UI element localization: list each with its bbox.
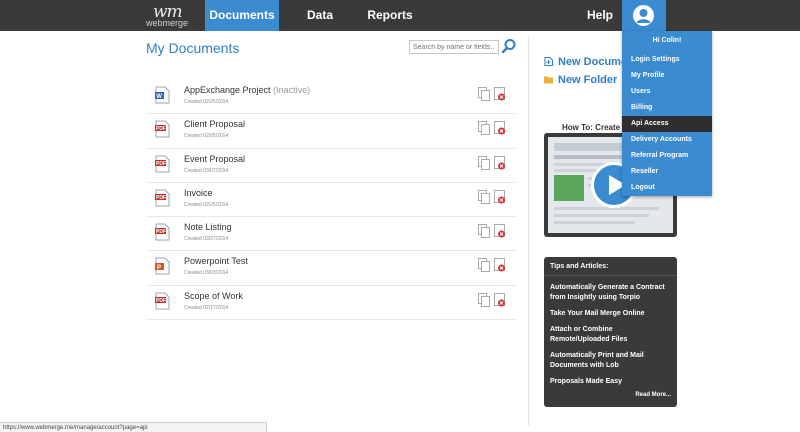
word-file-icon: W bbox=[155, 86, 170, 104]
account-menu-button[interactable] bbox=[622, 0, 666, 31]
document-row[interactable]: PDF Scope of Work Created 02/17/2014 bbox=[146, 286, 516, 321]
delete-icon[interactable] bbox=[494, 292, 506, 307]
tips-divider bbox=[544, 275, 677, 276]
search-input[interactable] bbox=[409, 40, 499, 54]
menu-item-users[interactable]: Users bbox=[622, 84, 712, 100]
folder-icon bbox=[544, 75, 553, 84]
browser-status-url: https://www.webmerge.me/manage/account?p… bbox=[0, 422, 267, 432]
delete-icon[interactable] bbox=[494, 189, 506, 204]
dropdown-greeting: Hi Colin! bbox=[652, 37, 682, 44]
copy-icon[interactable] bbox=[478, 121, 490, 136]
howto-title: How To: Create a bbox=[562, 123, 627, 132]
document-name[interactable]: Event Proposal bbox=[184, 154, 245, 164]
svg-text:PDF: PDF bbox=[156, 195, 166, 201]
tip-link[interactable]: Attach or Combine Remote/Uploaded Files bbox=[550, 325, 674, 345]
svg-text:PDF: PDF bbox=[156, 298, 166, 304]
document-name[interactable]: Scope of Work bbox=[184, 291, 243, 301]
page-title: My Documents bbox=[146, 40, 240, 56]
document-name[interactable]: Powerpoint Test bbox=[184, 256, 248, 266]
read-more-link[interactable]: Read More... bbox=[635, 392, 671, 398]
delete-icon[interactable] bbox=[494, 258, 506, 272]
copy-icon[interactable] bbox=[478, 292, 490, 307]
nav-help[interactable]: Help bbox=[582, 0, 618, 31]
delete-icon[interactable] bbox=[494, 224, 506, 238]
document-date: Created 02/25/2014 bbox=[184, 201, 229, 208]
copy-icon[interactable] bbox=[478, 189, 490, 204]
copy-icon[interactable] bbox=[478, 224, 490, 239]
document-row[interactable]: PDF Invoice Created 02/25/2014 bbox=[146, 183, 516, 218]
column-divider bbox=[528, 36, 529, 426]
document-name[interactable]: Invoice bbox=[184, 188, 213, 198]
document-row[interactable]: PDF Note Listing Created 03/27/2014 bbox=[146, 217, 516, 252]
new-document-link[interactable]: New Documen bbox=[544, 56, 634, 68]
delete-icon[interactable] bbox=[494, 121, 506, 135]
tips-panel: Tips and Articles: Automatically Generat… bbox=[544, 257, 677, 407]
account-dropdown: Hi Colin! Login Settings My Profile User… bbox=[622, 31, 712, 196]
document-date: Created 03/07/2014 bbox=[184, 167, 229, 174]
tips-title: Tips and Articles: bbox=[550, 263, 609, 270]
copy-icon[interactable] bbox=[478, 258, 490, 273]
svg-text:W: W bbox=[156, 94, 162, 100]
menu-item-referral-program[interactable]: Referral Program bbox=[622, 148, 712, 164]
logo-text: webmerge bbox=[146, 18, 189, 28]
menu-item-my-profile[interactable]: My Profile bbox=[622, 68, 712, 84]
document-date: Created 02/25/2014 bbox=[184, 99, 229, 105]
menu-item-api-access[interactable]: Api Access bbox=[622, 116, 712, 132]
search-icon[interactable] bbox=[501, 38, 517, 54]
pdf-file-icon: PDF bbox=[155, 155, 170, 173]
tip-link[interactable]: Take Your Mail Merge Online bbox=[550, 309, 674, 319]
copy-icon[interactable] bbox=[478, 155, 490, 170]
menu-item-logout[interactable]: Logout bbox=[622, 180, 712, 196]
document-date: Created 03/03/2014 bbox=[184, 270, 229, 277]
document-name[interactable]: Note Listing bbox=[184, 222, 232, 232]
powerpoint-file-icon: P bbox=[155, 257, 170, 275]
tip-link[interactable]: Proposals Made Easy bbox=[550, 377, 674, 387]
svg-text:PDF: PDF bbox=[156, 229, 166, 235]
copy-icon[interactable] bbox=[478, 87, 490, 101]
document-row[interactable]: W AppExchange Project (Inactive) Created… bbox=[146, 80, 516, 115]
document-status: (Inactive) bbox=[273, 85, 311, 95]
user-avatar-icon bbox=[633, 5, 654, 26]
document-date: Created 02/17/2014 bbox=[184, 304, 229, 311]
menu-item-billing[interactable]: Billing bbox=[622, 100, 712, 116]
delete-icon[interactable] bbox=[494, 155, 506, 170]
webmerge-logo[interactable]: wm webmerge bbox=[143, 2, 203, 29]
document-name[interactable]: AppExchange Project (Inactive) bbox=[184, 85, 310, 95]
svg-text:P: P bbox=[157, 265, 161, 271]
tip-link[interactable]: Automatically Generate a Contract from I… bbox=[550, 283, 674, 303]
document-row[interactable]: PDF Client Proposal Created 02/05/2014 bbox=[146, 114, 516, 149]
tip-link[interactable]: Automatically Print and Mail Documents w… bbox=[550, 351, 674, 371]
pdf-file-icon: PDF bbox=[155, 292, 170, 310]
document-name[interactable]: Client Proposal bbox=[184, 119, 245, 129]
delete-icon[interactable] bbox=[494, 87, 506, 101]
pdf-file-icon: PDF bbox=[155, 223, 170, 241]
document-row[interactable]: P Powerpoint Test Created 03/03/2014 bbox=[146, 251, 516, 286]
document-row[interactable]: PDF Event Proposal Created 03/07/2014 bbox=[146, 149, 516, 183]
document-date: Created 02/05/2014 bbox=[184, 133, 229, 140]
menu-item-reseller[interactable]: Reseller bbox=[622, 164, 712, 180]
document-date: Created 03/27/2014 bbox=[184, 236, 229, 243]
svg-text:PDF: PDF bbox=[156, 161, 166, 167]
nav-data-routing[interactable]: Data Routing bbox=[283, 0, 357, 53]
document-list: W AppExchange Project (Inactive) Created… bbox=[146, 80, 516, 321]
new-folder-link[interactable]: New Folder bbox=[544, 74, 617, 86]
pdf-file-icon: PDF bbox=[155, 120, 170, 138]
top-nav: wm webmerge Documents Data Routing Repor… bbox=[0, 0, 800, 53]
pdf-file-icon: PDF bbox=[155, 189, 170, 207]
svg-text:PDF: PDF bbox=[156, 126, 166, 132]
nav-documents[interactable]: Documents bbox=[205, 0, 279, 31]
new-document-icon bbox=[544, 57, 553, 66]
menu-item-delivery-accounts[interactable]: Delivery Accounts bbox=[622, 132, 712, 148]
menu-item-login-settings[interactable]: Login Settings bbox=[622, 52, 712, 68]
nav-reports[interactable]: Reports bbox=[362, 0, 418, 31]
